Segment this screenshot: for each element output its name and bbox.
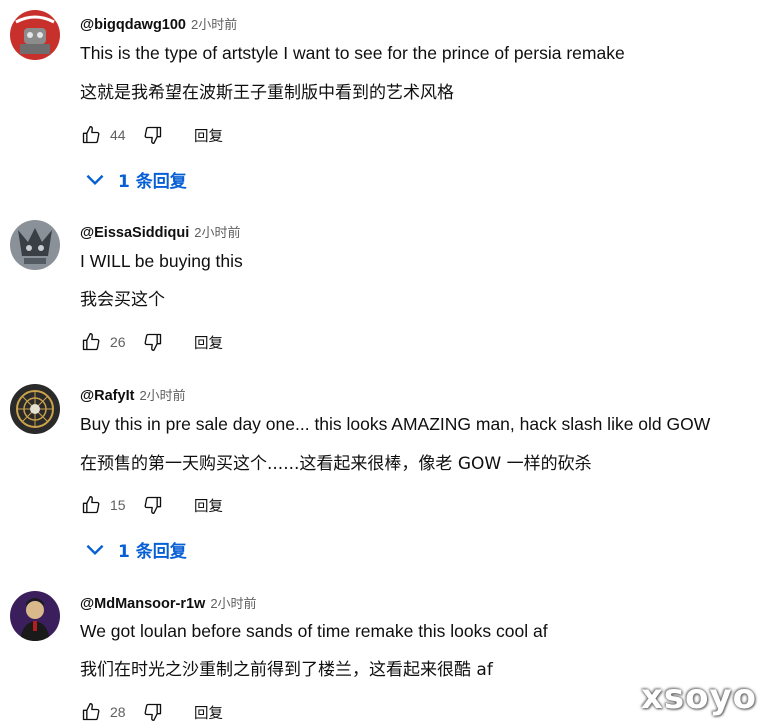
comment-author[interactable]: @RafyIt	[80, 388, 134, 404]
comment-text: I WILL be buying this	[80, 251, 243, 271]
thumbs-up-icon[interactable]	[80, 124, 102, 146]
thumbs-down-icon[interactable]	[142, 494, 164, 516]
replies-label: 1 条回复	[118, 171, 187, 192]
comment-translation: 这就是我希望在波斯王子重制版中看到的艺术风格	[80, 83, 454, 103]
comment-header: @bigqdawg100 2小时前	[80, 14, 237, 34]
like-count: 44	[110, 127, 126, 143]
thumbs-up-icon[interactable]	[80, 701, 102, 723]
avatar[interactable]	[10, 384, 60, 434]
reply-button[interactable]: 回复	[194, 332, 223, 353]
chevron-down-icon	[86, 174, 104, 186]
comment-translation: 在预售的第一天购买这个......这看起来很棒，像老 GOW 一样的砍杀	[80, 454, 592, 474]
comment-translation: 我们在时光之沙重制之前得到了楼兰，这看起来很酷 af	[80, 660, 493, 680]
comment-author[interactable]: @bigqdawg100	[80, 17, 186, 33]
comment-actions: 44 回复	[80, 123, 223, 147]
comment-text: This is the type of artstyle I want to s…	[80, 43, 625, 63]
avatar[interactable]	[10, 591, 60, 641]
like-count: 28	[110, 704, 126, 720]
comment-time[interactable]: 2小时前	[210, 593, 256, 612]
thumbs-down-icon[interactable]	[142, 701, 164, 723]
comment-actions: 26 回复	[80, 330, 223, 354]
avatar[interactable]	[10, 220, 60, 270]
comment-header: @MdMansoor-r1w 2小时前	[80, 593, 257, 613]
chevron-down-icon	[86, 544, 104, 556]
comment-translation: 我会买这个	[80, 290, 165, 310]
comment-time[interactable]: 2小时前	[139, 385, 185, 404]
comment-header: @EissaSiddiqui 2小时前	[80, 222, 240, 242]
view-replies-button[interactable]: 1 条回复	[82, 535, 187, 563]
comment-author[interactable]: @MdMansoor-r1w	[80, 596, 205, 612]
view-replies-button[interactable]: 1 条回复	[82, 165, 187, 193]
reply-button[interactable]: 回复	[194, 702, 223, 723]
comment-actions: 15 回复	[80, 493, 223, 517]
thumbs-up-icon[interactable]	[80, 494, 102, 516]
replies-label: 1 条回复	[118, 541, 187, 562]
thumbs-up-icon[interactable]	[80, 331, 102, 353]
comment-actions: 28 回复	[80, 700, 223, 724]
comment-time[interactable]: 2小时前	[191, 14, 237, 33]
comment-author[interactable]: @EissaSiddiqui	[80, 225, 189, 241]
like-count: 26	[110, 334, 126, 350]
comment-text: Buy this in pre sale day one... this loo…	[80, 414, 711, 434]
watermark: xsoyo	[640, 677, 757, 717]
comment-text: We got loulan before sands of time remak…	[80, 621, 548, 641]
like-count: 15	[110, 497, 126, 513]
avatar[interactable]	[10, 10, 60, 60]
reply-button[interactable]: 回复	[194, 125, 223, 146]
reply-button[interactable]: 回复	[194, 495, 223, 516]
comment-header: @RafyIt 2小时前	[80, 385, 186, 405]
thumbs-down-icon[interactable]	[142, 124, 164, 146]
thumbs-down-icon[interactable]	[142, 331, 164, 353]
comment-time[interactable]: 2小时前	[194, 222, 240, 241]
